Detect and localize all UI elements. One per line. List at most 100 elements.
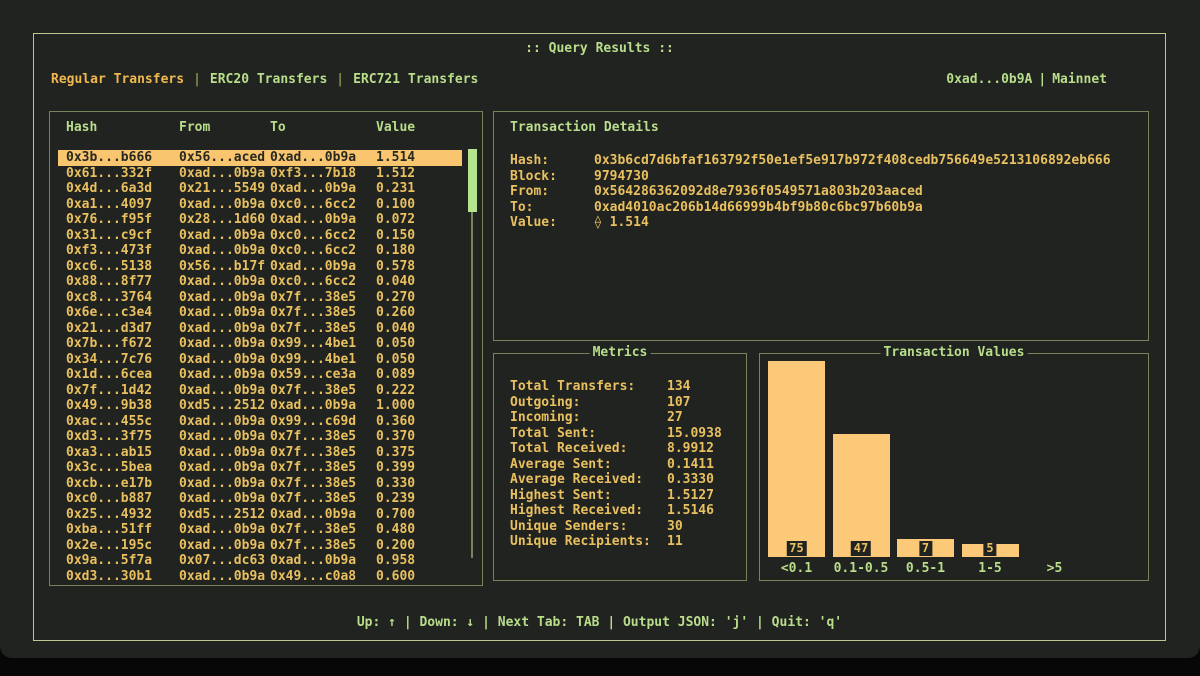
table-row[interactable]: 0x34...7c760xad...0b9a0x99...4be10.050: [58, 352, 462, 368]
table-row[interactable]: 0x61...332f0xad...0b9a0xf3...7b181.512: [58, 166, 462, 182]
table-row[interactable]: 0xc6...51380x56...b17f0xad...0b9a0.578: [58, 259, 462, 275]
cell-from: 0xad...0b9a: [179, 305, 270, 321]
cell-value: 0.180: [376, 243, 462, 259]
cell-value: 0.200: [376, 538, 462, 554]
metrics-panel: Metrics Total Transfers:134Outgoing:107I…: [493, 353, 747, 581]
table-row[interactable]: 0x2e...195c0xad...0b9a0x7f...38e50.200: [58, 538, 462, 554]
cell-to: 0x7f...38e5: [270, 305, 376, 321]
cell-value: 0.260: [376, 305, 462, 321]
scrollbar-thumb[interactable]: [468, 149, 477, 212]
table-row[interactable]: 0x3b...b6660x56...aced0xad...0b9a1.514: [58, 150, 462, 166]
table-row[interactable]: 0xcb...e17b0xad...0b9a0x7f...38e50.330: [58, 476, 462, 492]
table-row[interactable]: 0x31...c9cf0xad...0b9a0xc0...6cc20.150: [58, 228, 462, 244]
metric-label: Unique Recipients:: [510, 534, 667, 550]
cell-hash: 0x25...4932: [66, 507, 179, 523]
cell-hash: 0x88...8f77: [66, 274, 179, 290]
metric-value: 0.1411: [667, 457, 714, 473]
metric-row: Unique Senders:30: [510, 519, 740, 535]
table-row[interactable]: 0x1d...6cea0xad...0b9a0x59...ce3a0.089: [58, 367, 462, 383]
cell-from: 0xad...0b9a: [179, 429, 270, 445]
cell-hash: 0x3b...b666: [66, 150, 179, 166]
tab-regular-transfers[interactable]: Regular Transfers: [51, 72, 184, 87]
cell-hash: 0x61...332f: [66, 166, 179, 182]
cell-to: 0x7f...38e5: [270, 429, 376, 445]
cell-to: 0x99...c69d: [270, 414, 376, 430]
table-row[interactable]: 0x7f...1d420xad...0b9a0x7f...38e50.222: [58, 383, 462, 399]
details-value: ⟠ 1.514: [594, 215, 649, 231]
cell-value: 0.375: [376, 445, 462, 461]
bar-chart: 75<0.1470.1-0.570.5-151-5>5: [760, 354, 1148, 580]
cell-value: 1.000: [376, 398, 462, 414]
bar-category-label: <0.1: [768, 561, 825, 576]
cell-value: 0.480: [376, 522, 462, 538]
table-body: 0x3b...b6660x56...aced0xad...0b9a1.5140x…: [58, 150, 462, 584]
metric-label: Total Transfers:: [510, 379, 667, 395]
cell-to: 0xc0...6cc2: [270, 243, 376, 259]
cell-value: 0.050: [376, 336, 462, 352]
transaction-details-panel: Transaction Details Hash:0x3b6cd7d6bfaf1…: [493, 111, 1149, 341]
table-row[interactable]: 0xc0...b8870xad...0b9a0x7f...38e50.239: [58, 491, 462, 507]
cell-value: 0.100: [376, 197, 462, 213]
cell-hash: 0xf3...473f: [66, 243, 179, 259]
cell-hash: 0x31...c9cf: [66, 228, 179, 244]
cell-hash: 0xa3...ab15: [66, 445, 179, 461]
cell-value: 0.222: [376, 383, 462, 399]
bar-value-label: 7: [919, 541, 932, 556]
cell-from: 0xad...0b9a: [179, 274, 270, 290]
cell-from: 0xad...0b9a: [179, 228, 270, 244]
metric-value: 1.5146: [667, 503, 714, 519]
tab-erc721-transfers[interactable]: ERC721 Transfers: [353, 72, 478, 87]
cell-value: 1.512: [376, 166, 462, 182]
table-header-row: HashFromToValue: [66, 120, 462, 135]
cell-hash: 0xd3...30b1: [66, 569, 179, 585]
cell-value: 0.370: [376, 429, 462, 445]
cell-to: 0xf3...7b18: [270, 166, 376, 182]
cell-to: 0x49...c0a8: [270, 569, 376, 585]
table-row[interactable]: 0x21...d3d70xad...0b9a0x7f...38e50.040: [58, 321, 462, 337]
cell-to: 0xad...0b9a: [270, 181, 376, 197]
bar-value-label: 5: [983, 541, 996, 556]
column-header-from: From: [179, 120, 270, 135]
metric-row: Average Sent:0.1411: [510, 457, 740, 473]
details-value: 0x3b6cd7d6bfaf163792f50e1ef5e917b972f408…: [594, 153, 1111, 169]
metric-label: Average Received:: [510, 472, 667, 488]
metrics-title: Metrics: [590, 345, 651, 360]
column-header-to: To: [270, 120, 376, 135]
table-row[interactable]: 0xa3...ab150xad...0b9a0x7f...38e50.375: [58, 445, 462, 461]
table-row[interactable]: 0xf3...473f0xad...0b9a0xc0...6cc20.180: [58, 243, 462, 259]
table-row[interactable]: 0x88...8f770xad...0b9a0xc0...6cc20.040: [58, 274, 462, 290]
table-row[interactable]: 0x49...9b380xd5...25120xad...0b9a1.000: [58, 398, 462, 414]
table-row[interactable]: 0xa1...40970xad...0b9a0xc0...6cc20.100: [58, 197, 462, 213]
cell-to: 0xad...0b9a: [270, 212, 376, 228]
cell-from: 0xad...0b9a: [179, 367, 270, 383]
cell-from: 0xad...0b9a: [179, 491, 270, 507]
table-row[interactable]: 0xba...51ff0xad...0b9a0x7f...38e50.480: [58, 522, 462, 538]
table-row[interactable]: 0x3c...5bea0xad...0b9a0x7f...38e50.399: [58, 460, 462, 476]
table-row[interactable]: 0xd3...30b10xad...0b9a0x49...c0a80.600: [58, 569, 462, 585]
cell-from: 0xad...0b9a: [179, 476, 270, 492]
table-row[interactable]: 0x6e...c3e40xad...0b9a0x7f...38e50.260: [58, 305, 462, 321]
table-row[interactable]: 0x4d...6a3d0x21...55490xad...0b9a0.231: [58, 181, 462, 197]
table-row[interactable]: 0x25...49320xd5...25120xad...0b9a0.700: [58, 507, 462, 523]
cell-from: 0xad...0b9a: [179, 166, 270, 182]
cell-from: 0xd5...2512: [179, 507, 270, 523]
details-label: From:: [510, 184, 594, 200]
table-row[interactable]: 0x9a...5f7a0x07...dc630xad...0b9a0.958: [58, 553, 462, 569]
cell-value: 0.040: [376, 274, 462, 290]
table-row[interactable]: 0x76...f95f0x28...1d600xad...0b9a0.072: [58, 212, 462, 228]
table-row[interactable]: 0xd3...3f750xad...0b9a0x7f...38e50.370: [58, 429, 462, 445]
column-header-hash: Hash: [66, 120, 179, 135]
cell-to: 0x7f...38e5: [270, 290, 376, 306]
details-fields: Hash:0x3b6cd7d6bfaf163792f50e1ef5e917b97…: [510, 153, 1140, 231]
cell-hash: 0x7f...1d42: [66, 383, 179, 399]
cell-hash: 0x1d...6cea: [66, 367, 179, 383]
cell-from: 0x21...5549: [179, 181, 270, 197]
table-row[interactable]: 0xac...455c0xad...0b9a0x99...c69d0.360: [58, 414, 462, 430]
table-row[interactable]: 0x7b...f6720xad...0b9a0x99...4be10.050: [58, 336, 462, 352]
cell-value: 0.399: [376, 460, 462, 476]
table-row[interactable]: 0xc8...37640xad...0b9a0x7f...38e50.270: [58, 290, 462, 306]
details-value: 0x564286362092d8e7936f0549571a803b203aac…: [594, 184, 923, 200]
tab-erc20-transfers[interactable]: ERC20 Transfers: [210, 72, 327, 87]
chart-bar: 5: [962, 544, 1019, 557]
metric-row: Total Transfers:134: [510, 379, 740, 395]
